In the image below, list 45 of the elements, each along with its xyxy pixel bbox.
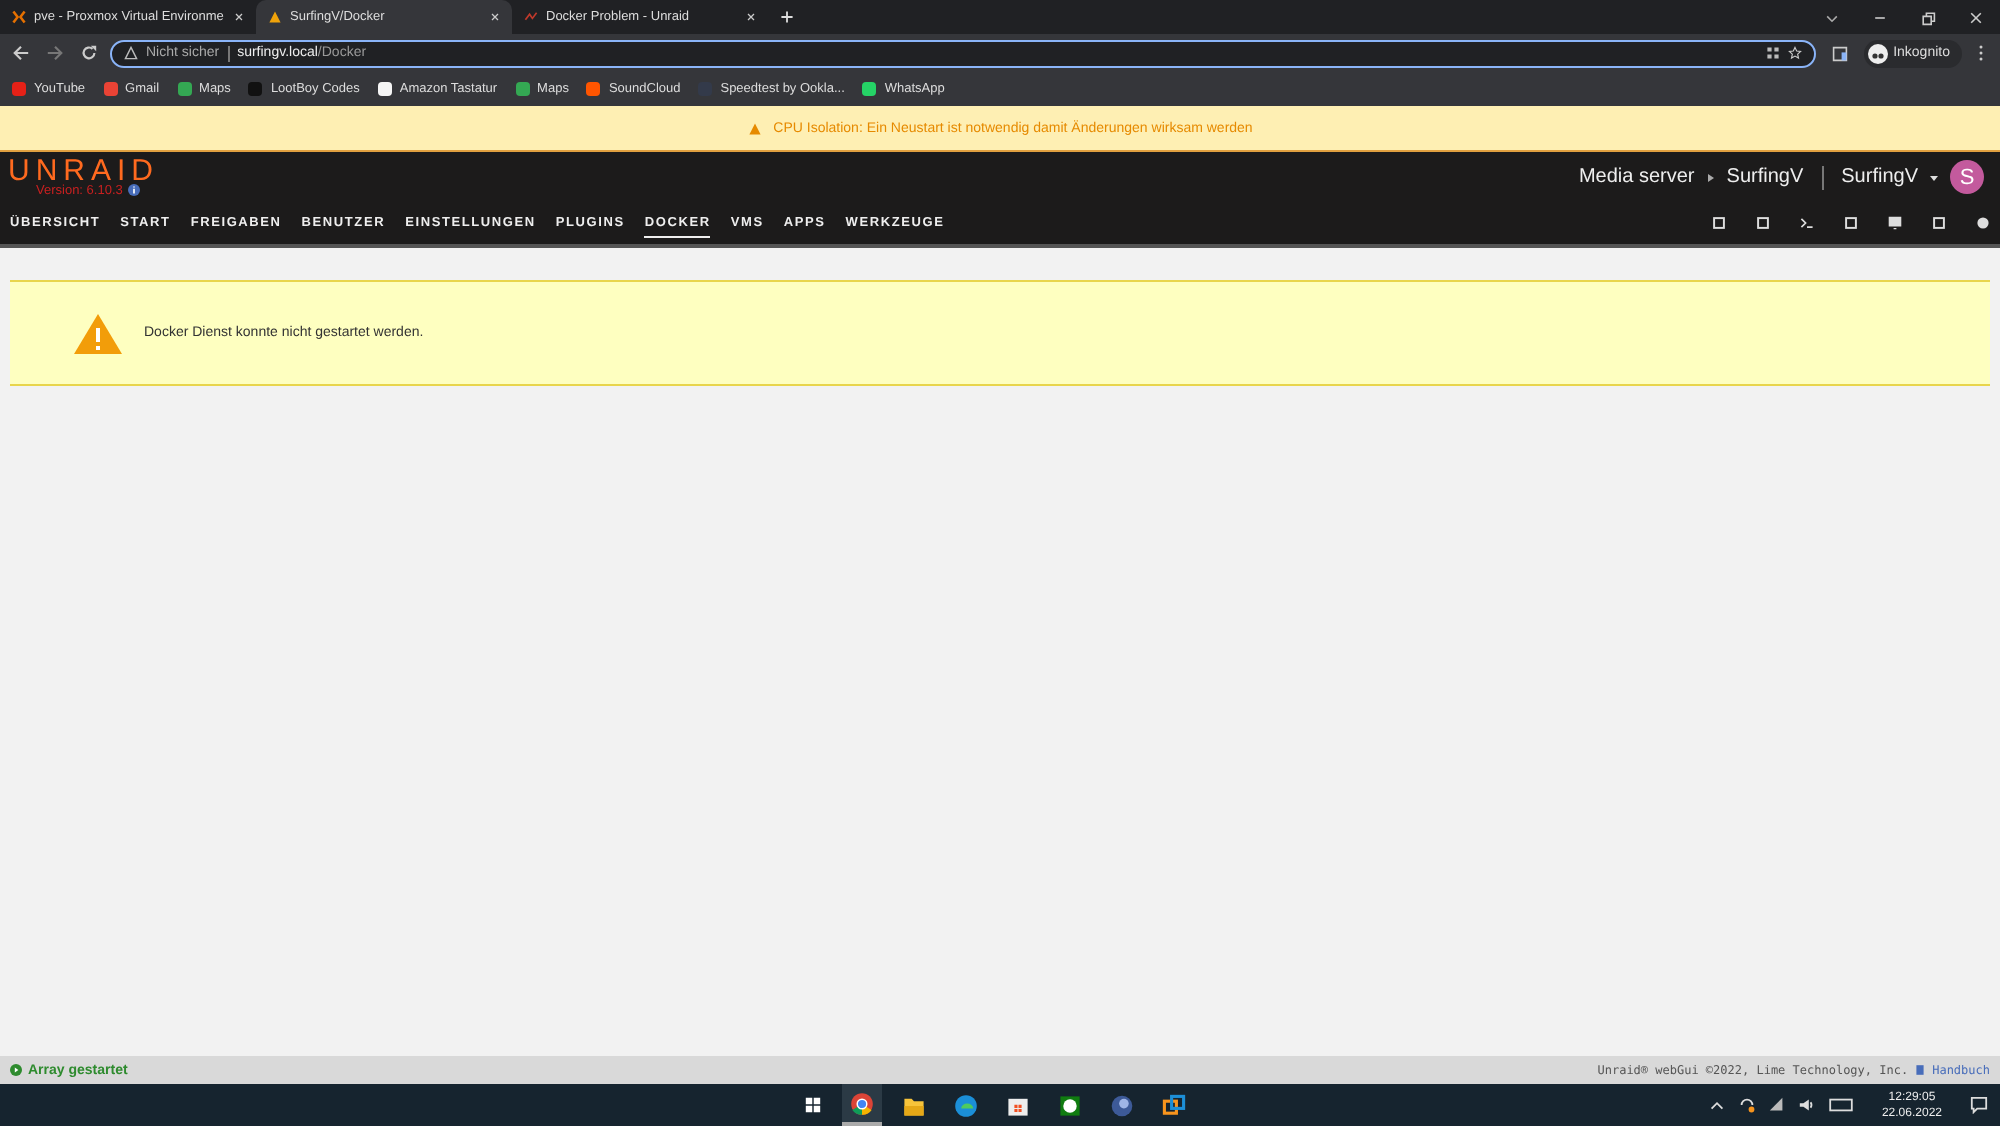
- keyboard-icon[interactable]: [1827, 1096, 1854, 1114]
- info-icon[interactable]: [128, 184, 141, 196]
- book-icon: [1914, 1064, 1927, 1076]
- squares-icon: [1162, 1093, 1186, 1117]
- chevron-up-icon[interactable]: [1707, 1096, 1726, 1114]
- windows-icon[interactable]: [804, 1096, 822, 1114]
- caret-icon[interactable]: [1930, 173, 1938, 181]
- user-avatar[interactable]: S: [1950, 160, 1984, 194]
- close-icon[interactable]: [1968, 9, 1984, 25]
- reload-icon[interactable]: [80, 44, 98, 62]
- orb-icon: [1110, 1093, 1134, 1117]
- play-icon: [10, 1064, 22, 1076]
- terminal-icon[interactable]: [1800, 216, 1814, 230]
- notification-icon[interactable]: [1970, 1096, 1988, 1114]
- folder-icon: [902, 1093, 926, 1117]
- speaker-icon[interactable]: [1797, 1096, 1816, 1114]
- server-description: Media server: [1578, 166, 1695, 188]
- warning-icon: [124, 46, 138, 60]
- restore-icon[interactable]: [1920, 9, 1936, 25]
- grid-icon[interactable]: [1765, 46, 1780, 60]
- monitor-icon[interactable]: [1888, 216, 1902, 230]
- forward-icon[interactable]: [46, 44, 64, 62]
- plus-icon[interactable]: [780, 10, 794, 24]
- close-icon[interactable]: [490, 12, 500, 22]
- edge-icon: [954, 1093, 978, 1117]
- chrome-icon: [850, 1091, 874, 1115]
- user-menu[interactable]: SurfingV: [1841, 166, 1918, 188]
- star-icon[interactable]: [1787, 46, 1802, 60]
- arrow-icon: [1706, 173, 1715, 181]
- sidebar-icon[interactable]: [1831, 45, 1848, 61]
- warning-icon: [72, 311, 124, 355]
- menu-icon[interactable]: [1978, 44, 1984, 62]
- warning-icon: [268, 10, 282, 24]
- cross-arrows-icon: [12, 10, 26, 24]
- back-icon[interactable]: [12, 44, 30, 62]
- warning-icon: [747, 121, 762, 135]
- xbox-icon: [1058, 1093, 1082, 1117]
- server-name: SurfingV: [1726, 166, 1804, 188]
- incognito-icon: [1867, 43, 1888, 63]
- close-icon[interactable]: [746, 12, 756, 22]
- logo-text: UNRAID: [8, 157, 160, 183]
- close-icon[interactable]: [234, 12, 244, 22]
- taskbar-app[interactable]: [842, 1084, 882, 1126]
- wave-icon: [524, 10, 538, 24]
- store-icon: [1006, 1093, 1030, 1117]
